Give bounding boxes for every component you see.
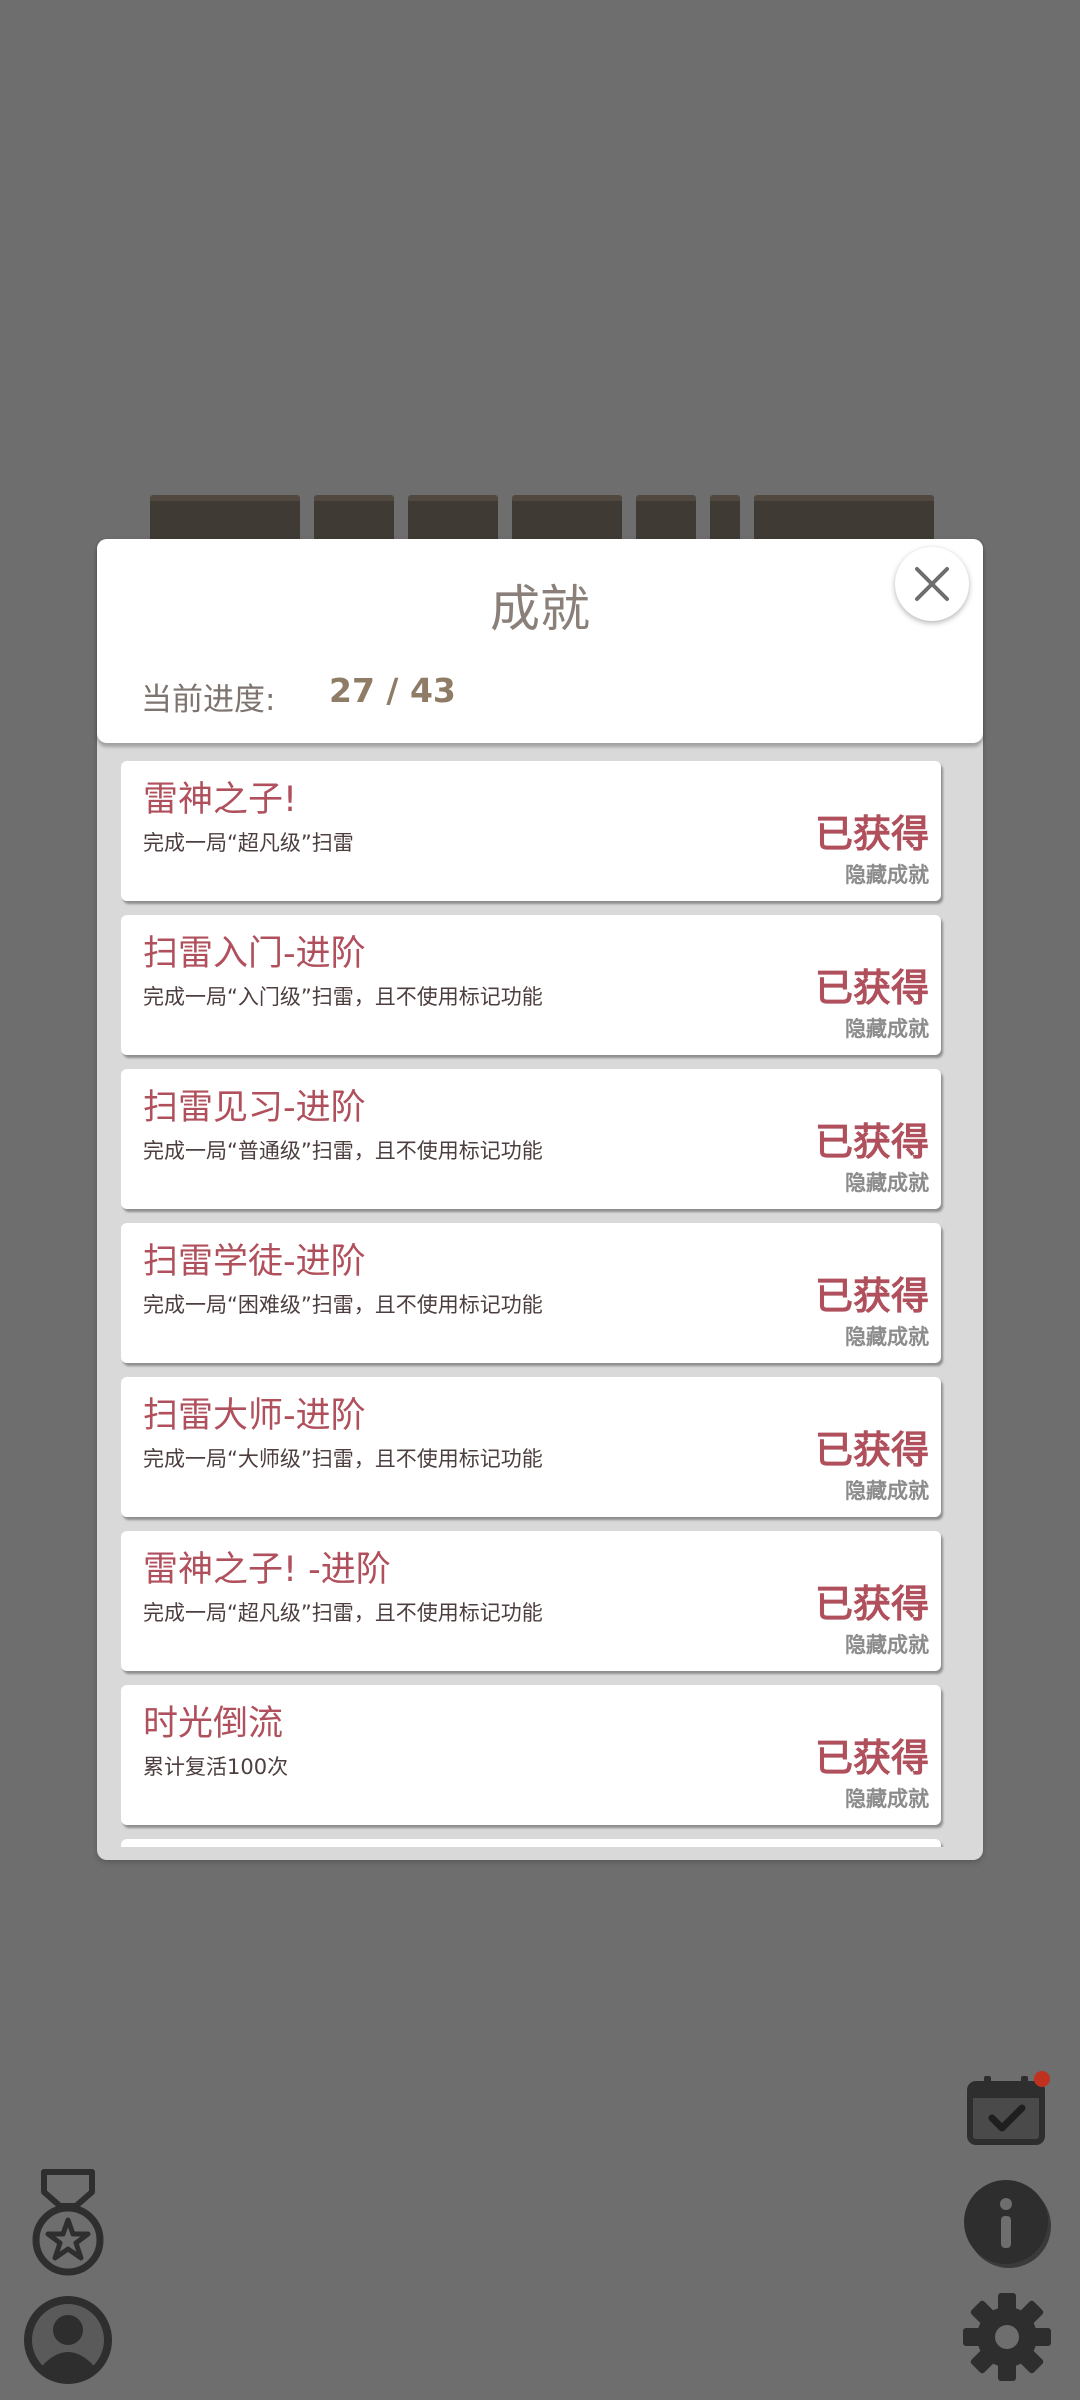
achievement-status: 已获得: [814, 1736, 929, 1780]
achievement-card[interactable]: 时光倒流 累计复活100次 已获得 隐藏成就: [121, 1685, 941, 1825]
achievements-button[interactable]: [30, 2168, 106, 2280]
close-icon: [915, 567, 949, 601]
achievement-card[interactable]: 雷神之子! -进阶 完成一局“超凡级”扫雷，且不使用标记功能 已获得 隐藏成就: [121, 1531, 941, 1671]
achievement-description: 完成一局“普通级”扫雷，且不使用标记功能: [143, 1139, 543, 1163]
achievement-title: 扫雷大师-进阶: [143, 1396, 366, 1436]
achievement-tag: 隐藏成就: [845, 863, 929, 887]
achievement-title: 扫雷学徒-进阶: [143, 1242, 366, 1282]
progress-value: 27 / 43: [329, 671, 456, 710]
achievement-description: 完成一局“困难级”扫雷，且不使用标记功能: [143, 1293, 543, 1317]
achievement-status: 已获得: [814, 1582, 929, 1626]
achievement-tag: 隐藏成就: [845, 1787, 929, 1811]
user-icon: [24, 2296, 112, 2384]
info-icon: [964, 2180, 1051, 2268]
achievement-description: 累计复活100次: [143, 1755, 289, 1779]
achievement-card[interactable]: 扫雷见习-进阶 完成一局“普通级”扫雷，且不使用标记功能 已获得 隐藏成就: [121, 1069, 941, 1209]
achievement-status: 已获得: [814, 1120, 929, 1164]
achievement-description: 完成一局“大师级”扫雷，且不使用标记功能: [143, 1447, 543, 1471]
achievement-description: 完成一局“超凡级”扫雷，且不使用标记功能: [143, 1601, 543, 1625]
daily-task-button[interactable]: [966, 2074, 1046, 2146]
achievement-description: 完成一局“超凡级”扫雷: [143, 831, 354, 855]
close-button[interactable]: [895, 547, 969, 621]
progress-label: 当前进度:: [141, 682, 276, 718]
settings-button[interactable]: [962, 2292, 1052, 2382]
profile-button[interactable]: [24, 2296, 112, 2384]
achievement-title: 时光倒流: [143, 1704, 284, 1744]
background-game-title: [150, 495, 940, 546]
achievement-card[interactable]: 雷神之子! 完成一局“超凡级”扫雷 已获得 隐藏成就: [121, 761, 941, 901]
screen: 成就 当前进度: 27 / 43 雷神之子! 完成一局“超凡级”扫雷 已获得 隐…: [0, 0, 1080, 2400]
achievement-status: 已获得: [814, 1428, 929, 1472]
achievement-card[interactable]: 扫雷学徒-进阶 完成一局“困难级”扫雷，且不使用标记功能 已获得 隐藏成就: [121, 1223, 941, 1363]
calendar-check-icon: [967, 2076, 1045, 2145]
achievement-status: 已获得: [814, 966, 929, 1010]
achievement-tag: 隐藏成就: [845, 1325, 929, 1349]
achievement-card[interactable]: 扫雷大师-进阶 完成一局“大师级”扫雷，且不使用标记功能 已获得 隐藏成就: [121, 1377, 941, 1517]
achievement-card[interactable]: [121, 1839, 941, 1847]
notification-dot: [1034, 2071, 1050, 2087]
achievement-tag: 隐藏成就: [845, 1479, 929, 1503]
modal-title: 成就: [490, 580, 590, 638]
achievement-card[interactable]: 扫雷入门-进阶 完成一局“入门级”扫雷，且不使用标记功能 已获得 隐藏成就: [121, 915, 941, 1055]
achievement-status: 已获得: [814, 812, 929, 856]
modal-header: 成就 当前进度: 27 / 43: [97, 539, 983, 743]
medal-icon: [32, 2169, 104, 2276]
achievement-title: 扫雷入门-进阶: [143, 934, 366, 974]
achievement-tag: 隐藏成就: [845, 1633, 929, 1657]
achievement-tag: 隐藏成就: [845, 1171, 929, 1195]
achievement-description: 完成一局“入门级”扫雷，且不使用标记功能: [143, 985, 543, 1009]
gear-icon: [963, 2293, 1051, 2381]
achievement-title: 雷神之子!: [143, 780, 298, 820]
achievement-status: 已获得: [814, 1274, 929, 1318]
achievement-title: 雷神之子! -进阶: [143, 1550, 391, 1590]
info-button[interactable]: [964, 2180, 1052, 2268]
achievement-tag: 隐藏成就: [845, 1017, 929, 1041]
achievements-modal: 成就 当前进度: 27 / 43 雷神之子! 完成一局“超凡级”扫雷 已获得 隐…: [97, 539, 983, 1860]
achievement-title: 扫雷见习-进阶: [143, 1088, 366, 1128]
achievement-list[interactable]: 雷神之子! 完成一局“超凡级”扫雷 已获得 隐藏成就 扫雷入门-进阶 完成一局“…: [121, 761, 951, 1847]
